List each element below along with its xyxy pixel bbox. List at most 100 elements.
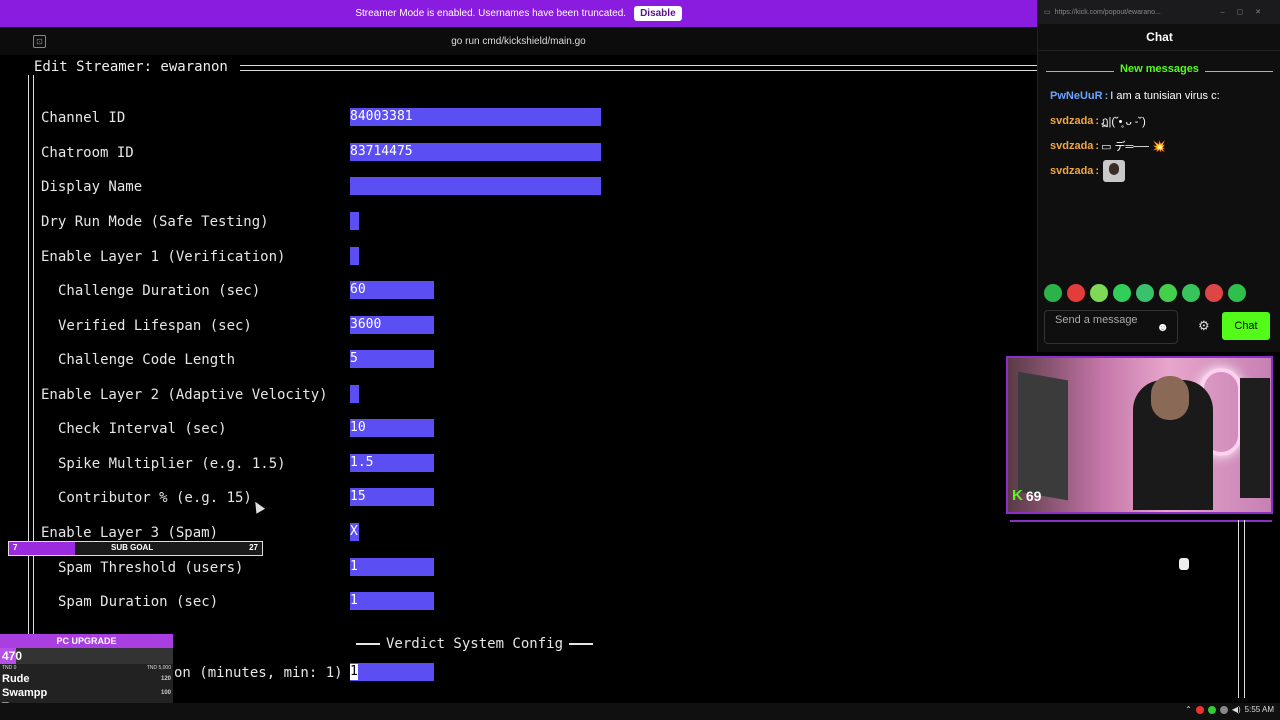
- system-tray: ⌃ ◀) 5:55 AM: [1185, 705, 1274, 714]
- taskbar: ⌃ ◀) 5:55 AM: [0, 703, 1280, 720]
- checkbox-field[interactable]: X: [350, 523, 359, 541]
- chat-text: ฏ|(˘•̥ ᴗ -˘): [1101, 116, 1146, 128]
- chat-title: Chat: [1038, 24, 1280, 51]
- terminal-window: ⊡ go run cmd/kickshield/main.go Edit Str…: [0, 27, 1037, 703]
- field-input[interactable]: 1: [350, 663, 434, 681]
- chevron-up-icon[interactable]: ⌃: [1185, 705, 1192, 714]
- sub-goal-label: SUB GOAL: [111, 543, 154, 552]
- field-input[interactable]: 3600: [350, 316, 434, 334]
- field-input[interactable]: [350, 177, 601, 195]
- field-label: Challenge Code Length: [58, 352, 236, 368]
- streamer-mode-text: Streamer Mode is enabled. Usernames have…: [355, 8, 627, 19]
- tray-icon[interactable]: [1207, 705, 1216, 714]
- field-label: on (minutes, min: 1): [174, 665, 343, 681]
- field-label: Spam Duration (sec): [58, 594, 219, 610]
- chat-username[interactable]: svdzada: [1050, 165, 1093, 177]
- pc-upgrade-scale: TND 0 TND 5,000: [2, 665, 171, 671]
- field-label: Enable Layer 3 (Spam): [41, 525, 219, 541]
- emoji-icon[interactable]: ☻: [1156, 321, 1169, 334]
- field-label: Spam Threshold (users): [58, 560, 244, 576]
- viewer-count: K 69: [1012, 487, 1042, 504]
- emote-icon[interactable]: [1136, 284, 1154, 302]
- kick-logo-icon: K: [1012, 487, 1023, 504]
- checkbox-field[interactable]: [350, 385, 359, 403]
- mouse-cursor-icon: [250, 499, 266, 514]
- emote-icon[interactable]: [1159, 284, 1177, 302]
- field-input[interactable]: 1.5: [350, 454, 434, 472]
- chat-username[interactable]: svdzada: [1050, 140, 1093, 152]
- field-label: Verified Lifespan (sec): [58, 318, 252, 334]
- field-input[interactable]: 60: [350, 281, 434, 299]
- field-label: Challenge Duration (sec): [58, 283, 261, 299]
- field-input[interactable]: 1: [350, 558, 434, 576]
- chat-message: svdzada:: [1050, 160, 1280, 182]
- streamer-mode-bar: Streamer Mode is enabled. Usernames have…: [0, 0, 1037, 27]
- disable-button[interactable]: Disable: [634, 6, 682, 21]
- webcam-feed: [1006, 356, 1273, 514]
- window-controls[interactable]: –▢✕: [1221, 8, 1273, 16]
- page-icon: ▭: [1044, 9, 1051, 16]
- field-input[interactable]: 84003381: [350, 108, 601, 126]
- emote-icon[interactable]: [1205, 284, 1223, 302]
- emote-icon[interactable]: [1113, 284, 1131, 302]
- emote-bar: [1044, 284, 1246, 302]
- webcam-border: [1010, 512, 1272, 522]
- field-input[interactable]: 5: [350, 350, 434, 368]
- hand-cursor-icon: [1179, 558, 1189, 570]
- emote-icon[interactable]: [1090, 284, 1108, 302]
- leaderboard-name: Swampp: [2, 687, 48, 699]
- pc-upgrade-bar: 470: [0, 648, 173, 664]
- leaderboard-points: 120: [160, 676, 171, 682]
- field-label: Check Interval (sec): [58, 421, 227, 437]
- pc-upgrade-amount: 470: [2, 649, 23, 663]
- emote-icon[interactable]: [1067, 284, 1085, 302]
- field-input[interactable]: 1: [350, 592, 434, 610]
- checkbox-field[interactable]: [350, 212, 359, 230]
- leaderboard-name: Rude: [2, 673, 30, 685]
- chat-panel: ▭ https://kick.com/popout/ewarano... –▢✕…: [1037, 0, 1280, 352]
- sub-goal-current: 7: [13, 543, 18, 552]
- clock[interactable]: 5:55 AM: [1245, 705, 1274, 714]
- frame-border: [28, 65, 34, 703]
- form-title: Edit Streamer: ewaranon: [28, 59, 232, 75]
- gear-icon[interactable]: ⚙: [1198, 318, 1210, 334]
- tray-icon[interactable]: [1195, 705, 1204, 714]
- leaderboard-item: Rude 120: [0, 672, 173, 686]
- field-input[interactable]: 10: [350, 419, 434, 437]
- field-label: Channel ID: [41, 110, 126, 126]
- volume-icon[interactable]: ◀): [1232, 705, 1241, 714]
- send-chat-button[interactable]: Chat: [1222, 312, 1270, 340]
- field-input[interactable]: 83714475: [350, 143, 601, 161]
- chat-url-bar: ▭ https://kick.com/popout/ewarano... –▢✕: [1038, 0, 1280, 24]
- chat-text: I am a tunisian virus c:: [1110, 90, 1220, 102]
- chat-text: ▭ デ═── 💥: [1101, 141, 1166, 153]
- scrollbar[interactable]: [1238, 520, 1245, 698]
- emote-icon[interactable]: [1182, 284, 1200, 302]
- field-label: Spike Multiplier (e.g. 1.5): [58, 456, 286, 472]
- field-input[interactable]: 15: [350, 488, 434, 506]
- emote-icon[interactable]: [1044, 284, 1062, 302]
- section-title: Verdict System Config: [386, 636, 564, 652]
- chat-username[interactable]: svdzada: [1050, 115, 1093, 127]
- chat-message: PwNeUuR: I am a tunisian virus c:: [1050, 90, 1220, 102]
- new-messages-divider[interactable]: New messages: [1038, 63, 1280, 79]
- pc-upgrade-title: PC UPGRADE: [0, 634, 173, 648]
- network-icon[interactable]: [1219, 705, 1228, 714]
- chat-username[interactable]: PwNeUuR: [1050, 90, 1103, 102]
- chat-input[interactable]: Send a message ☻: [1044, 310, 1178, 344]
- emote-icon[interactable]: [1228, 284, 1246, 302]
- chat-messages: PwNeUuR: I am a tunisian virus c: svdzada:…: [1038, 88, 1280, 182]
- terminal-titlebar: ⊡ go run cmd/kickshield/main.go: [0, 27, 1037, 55]
- chat-input-placeholder: Send a message: [1055, 314, 1138, 326]
- terminal-icon[interactable]: ⊡: [33, 35, 46, 48]
- field-label: Chatroom ID: [41, 145, 134, 161]
- field-label: Contributor % (e.g. 15): [58, 490, 252, 506]
- frame-border: [240, 65, 1037, 71]
- terminal-title: go run cmd/kickshield/main.go: [451, 35, 586, 47]
- leaderboard-item: Swampp 100: [0, 686, 173, 700]
- chat-message: svdzada: ▭ デ═── 💥: [1050, 140, 1166, 153]
- checkbox-field[interactable]: [350, 247, 359, 265]
- field-label: Display Name: [41, 179, 143, 195]
- leaderboard-points: 100: [160, 690, 171, 696]
- chat-message: svdzada: ฏ|(˘•̥ ᴗ -˘): [1050, 113, 1280, 129]
